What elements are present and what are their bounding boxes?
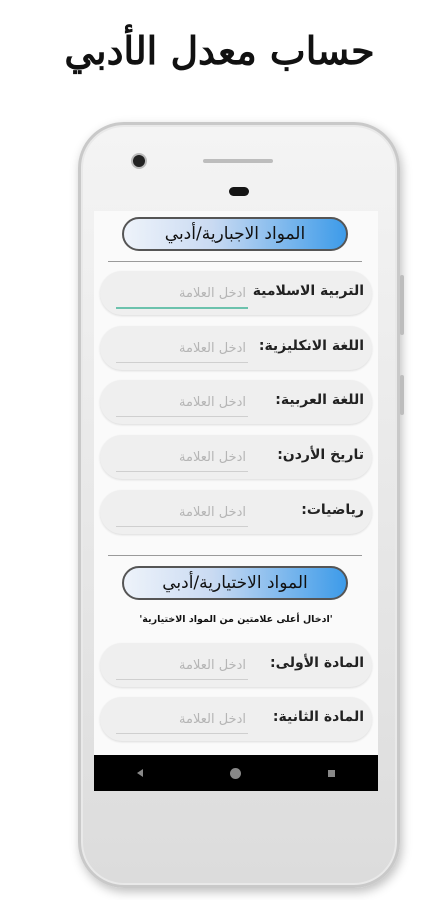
phone-frame: المواد الاجبارية/أدبي التربية الاسلامية …: [78, 122, 404, 888]
elective-1-grade-input[interactable]: [116, 651, 248, 680]
front-camera: [133, 155, 145, 167]
home-icon[interactable]: [229, 767, 241, 779]
volume-button: [400, 275, 404, 335]
divider: [108, 555, 362, 556]
subject-row-elective-2: المادة الثانية:: [100, 697, 372, 741]
subject-label: المادة الأولى:: [270, 655, 364, 671]
subject-label: المادة الثانية:: [272, 709, 364, 725]
subject-label: تاريخ الأردن:: [277, 447, 364, 463]
elective-note: 'ادخال أعلى علامتين من المواد الاختيارية…: [139, 614, 333, 625]
recents-icon[interactable]: [327, 769, 335, 777]
proximity-sensor: [229, 187, 249, 196]
elective-2-grade-input[interactable]: [116, 705, 248, 734]
power-button: [400, 375, 404, 415]
subject-row-english: اللغة الانكليزية:: [100, 326, 372, 370]
subject-row-arabic: اللغة العربية:: [100, 380, 372, 424]
divider: [108, 261, 362, 262]
earpiece-speaker: [203, 159, 273, 163]
promo-title: حساب معدل الأدبي: [64, 28, 375, 73]
back-icon[interactable]: [137, 769, 144, 777]
subject-label: اللغة العربية:: [275, 392, 364, 408]
app-screen: المواد الاجبارية/أدبي التربية الاسلامية …: [94, 211, 378, 791]
elective-section-header: المواد الاختيارية/أدبي: [122, 566, 348, 600]
jordan-history-grade-input[interactable]: [116, 443, 248, 472]
math-grade-input[interactable]: [116, 498, 248, 527]
arabic-grade-input[interactable]: [116, 388, 248, 417]
elective-section-title: المواد الاختيارية/أدبي: [162, 573, 308, 593]
navigation-bar: [94, 755, 378, 791]
english-grade-input[interactable]: [116, 334, 248, 363]
subject-label: اللغة الانكليزية:: [258, 338, 364, 354]
subject-label: رياضيات:: [301, 502, 364, 518]
subject-row-jordan-history: تاريخ الأردن:: [100, 435, 372, 479]
subject-row-elective-1: المادة الأولى:: [100, 643, 372, 687]
subject-row-math: رياضيات:: [100, 490, 372, 534]
islamic-grade-input[interactable]: [116, 279, 248, 309]
subject-label: التربية الاسلامية: [252, 283, 364, 299]
mandatory-section-header: المواد الاجبارية/أدبي: [122, 217, 348, 251]
mandatory-section-title: المواد الاجبارية/أدبي: [164, 224, 306, 244]
subject-row-islamic: التربية الاسلامية: [100, 271, 372, 315]
